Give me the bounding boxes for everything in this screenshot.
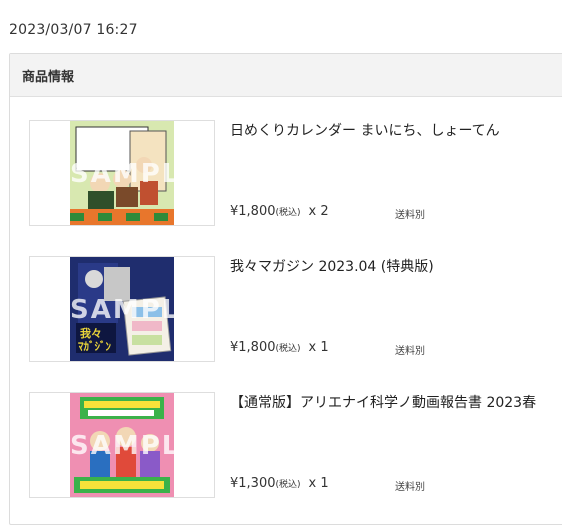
price: ¥1,800 bbox=[230, 204, 276, 219]
product-info-panel: 商品情報 SAMP 日めくりカレンダー まいにち、しょーてん ¥1,800(税込… bbox=[9, 53, 562, 525]
price-row: ¥1,300(税込) x 1 bbox=[230, 476, 329, 491]
quantity: x 2 bbox=[308, 204, 329, 219]
shipping-label: 送料別 bbox=[395, 210, 425, 221]
magazine-cover-image: 我々 ﾏｶﾞｼﾞﾝ SAMPLE bbox=[70, 257, 174, 361]
product-item: SAMPLE 日めくりカレンダー まいにち、しょーてん ¥1,800(税込) x … bbox=[29, 120, 562, 226]
product-item: SAMPLE 【通常版】アリエナイ科学ノ動画報告書 2023春 ¥1,300(税… bbox=[29, 392, 562, 498]
panel-header: 商品情報 bbox=[10, 54, 562, 97]
tax-label: (税込) bbox=[275, 480, 301, 490]
science-report-cover-image: SAMPLE bbox=[70, 393, 174, 497]
shipping-label: 送料別 bbox=[395, 482, 425, 493]
panel-title: 商品情報 bbox=[22, 69, 75, 85]
tax-label: (税込) bbox=[275, 208, 301, 218]
shipping-label: 送料別 bbox=[395, 346, 425, 357]
product-title[interactable]: 日めくりカレンダー まいにち、しょーてん bbox=[230, 120, 500, 140]
quantity: x 1 bbox=[308, 340, 329, 355]
price: ¥1,300 bbox=[230, 476, 276, 491]
svg-text:我々: 我々 bbox=[80, 326, 102, 340]
sample-watermark: SAMPLE bbox=[70, 295, 174, 325]
price-row: ¥1,800(税込) x 1 bbox=[230, 340, 329, 355]
svg-text:ﾏｶﾞｼﾞﾝ: ﾏｶﾞｼﾞﾝ bbox=[78, 339, 111, 353]
calendar-cover-image: SAMPLE bbox=[70, 121, 174, 225]
product-title[interactable]: 我々マガジン 2023.04 (特典版) bbox=[230, 256, 434, 276]
product-title[interactable]: 【通常版】アリエナイ科学ノ動画報告書 2023春 bbox=[230, 392, 536, 412]
product-thumbnail[interactable]: 我々 ﾏｶﾞｼﾞﾝ SAMPLE bbox=[29, 256, 215, 362]
order-timestamp: 2023/03/07 16:27 bbox=[9, 22, 138, 38]
tax-label: (税込) bbox=[275, 344, 301, 354]
sample-watermark: SAMPLE bbox=[70, 159, 174, 189]
product-item: 我々 ﾏｶﾞｼﾞﾝ SAMPLE 我々マガジン 2023.04 (特典版) ¥1… bbox=[29, 256, 562, 362]
product-thumbnail[interactable]: SAMPLE bbox=[29, 120, 215, 226]
product-thumbnail[interactable]: SAMPLE bbox=[29, 392, 215, 498]
price-row: ¥1,800(税込) x 2 bbox=[230, 204, 329, 219]
sample-watermark: SAMPLE bbox=[70, 431, 174, 461]
quantity: x 1 bbox=[308, 476, 329, 491]
price: ¥1,800 bbox=[230, 340, 276, 355]
